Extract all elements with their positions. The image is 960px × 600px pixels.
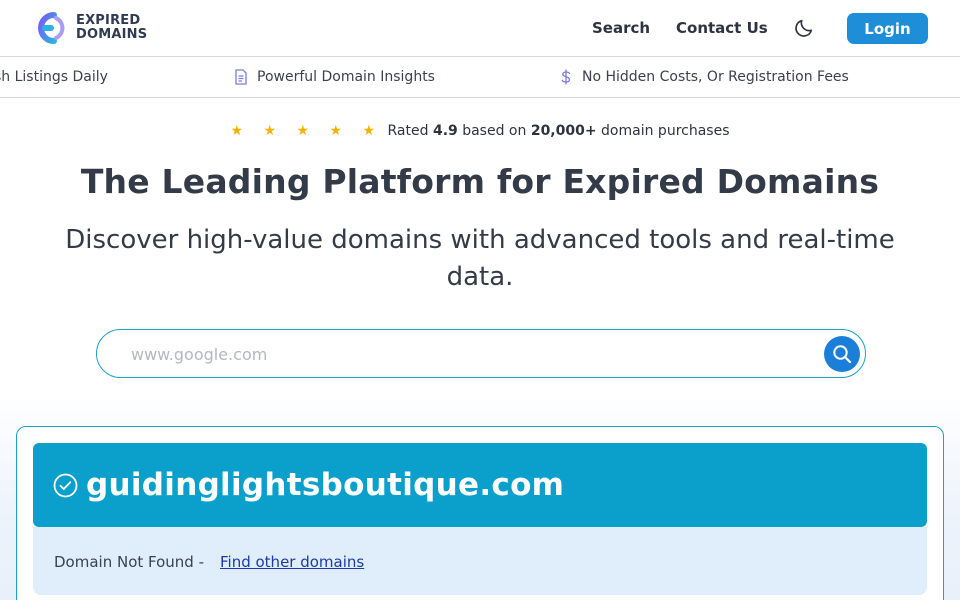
nav-search-link[interactable]: Search — [592, 19, 650, 37]
rating-middle: based on — [462, 123, 527, 139]
ticker-text: Powerful Domain Insights — [257, 69, 435, 85]
star-rating-icon: ★ ★ ★ ★ ★ — [230, 123, 384, 139]
brand-line-1: EXPIRED — [76, 13, 141, 28]
ticker-item: sh Listings Daily — [0, 69, 108, 85]
rating-count: 20,000+ — [530, 123, 597, 139]
rating-prefix: Rated — [387, 123, 429, 139]
find-other-domains-link[interactable]: Find other domains — [220, 553, 364, 571]
domain-search-input[interactable] — [131, 341, 781, 367]
rating-score: 4.9 — [432, 123, 458, 139]
feature-ticker: sh Listings Daily Powerful Domain Insigh… — [0, 57, 960, 98]
domain-status-text: Domain Not Found - — [54, 553, 205, 571]
page-title: The Leading Platform for Expired Domains — [80, 162, 880, 201]
rating-suffix: domain purchases — [601, 123, 730, 139]
page-subtitle: Discover high-value domains with advance… — [65, 225, 895, 292]
ticker-item: Powerful Domain Insights — [234, 69, 435, 85]
domain-search-bar — [96, 329, 866, 378]
document-icon — [235, 69, 247, 85]
domain-result-card: guidinglightsboutique.com Domain Not Fou… — [16, 426, 944, 600]
search-button[interactable] — [824, 336, 860, 372]
brand-name: EXPIRED DOMAINS — [76, 14, 147, 42]
brand-logo[interactable]: EXPIRED DOMAINS — [32, 12, 147, 44]
check-circle-icon — [53, 473, 78, 497]
ticker-item: No Hidden Costs, Or Registration Fees — [559, 69, 849, 85]
rating-line: ★ ★ ★ ★ ★ Rated 4.9 based on 20,000+ dom… — [0, 123, 960, 139]
nav-contact-link[interactable]: Contact Us — [676, 19, 768, 37]
search-icon — [833, 345, 852, 364]
domain-result-header: guidinglightsboutique.com — [33, 443, 927, 527]
domain-name: guidinglightsboutique.com — [86, 467, 565, 503]
domain-result-body: Domain Not Found - Find other domains — [33, 527, 927, 595]
ticker-text: No Hidden Costs, Or Registration Fees — [582, 69, 849, 85]
brand-line-2: DOMAINS — [76, 27, 148, 42]
moon-icon[interactable] — [793, 17, 815, 39]
logo-icon — [38, 12, 65, 44]
login-button[interactable]: Login — [847, 13, 928, 44]
dollar-icon — [561, 69, 571, 85]
site-header: EXPIRED DOMAINS Search Contact Us Login — [0, 0, 960, 57]
ticker-text: sh Listings Daily — [0, 69, 108, 85]
